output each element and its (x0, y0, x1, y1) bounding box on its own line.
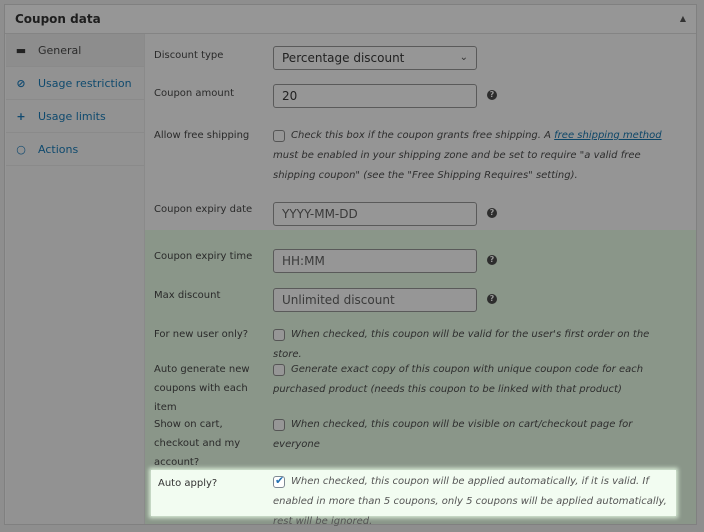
discount-type-select[interactable]: Percentage discount ⌄ (273, 46, 477, 70)
help-icon[interactable]: ? (487, 208, 497, 218)
show-on-cart-description: When checked, this coupon will be visibl… (273, 419, 633, 450)
max-discount-input[interactable]: Unlimited discount (273, 288, 477, 312)
tab-label: Usage limits (38, 109, 106, 123)
auto-apply-label: Auto apply? (158, 478, 218, 489)
show-on-cart-label: Show on cart, checkout and my account? (154, 419, 241, 468)
auto-apply-row: Auto apply? ✔ When checked, this coupon … (151, 470, 676, 527)
auto-apply-description: When checked, this coupon will be applie… (273, 476, 667, 527)
tab-usage-restriction[interactable]: ⊘ Usage restriction (6, 67, 144, 100)
panel-header[interactable]: Coupon data ▲ (5, 5, 696, 34)
tab-label: Usage restriction (38, 76, 132, 90)
discount-type-label: Discount type (154, 50, 224, 61)
new-user-label: For new user only? (154, 329, 249, 340)
help-icon[interactable]: ? (487, 255, 497, 265)
max-discount-label: Max discount (154, 290, 221, 301)
coupon-amount-label: Coupon amount (154, 88, 235, 99)
gear-icon: ○ (16, 142, 26, 156)
tab-label: General (38, 43, 82, 57)
coupon-amount-input[interactable]: 20 (273, 84, 477, 108)
free-shipping-label: Allow free shipping (154, 130, 250, 141)
help-icon[interactable]: ? (487, 294, 497, 304)
ticket-icon: ▬ (15, 43, 27, 57)
expiry-date-input[interactable]: YYYY-MM-DD (273, 202, 477, 226)
discount-type-value: Percentage discount (282, 51, 405, 65)
tab-general[interactable]: ▬ General (6, 34, 144, 67)
tab-label: Actions (38, 142, 79, 156)
chevron-down-icon: ⌄ (459, 52, 468, 63)
tab-actions[interactable]: ○ Actions (6, 133, 144, 166)
general-panel: Discount type Percentage discount ⌄ Coup… (145, 34, 696, 524)
free-shipping-description: Check this box if the coupon grants free… (273, 130, 662, 181)
help-icon[interactable]: ? (487, 90, 497, 100)
coupon-data-panel: Coupon data ▲ ▬ General ⊘ Usage restrict… (4, 4, 697, 527)
expiry-time-label: Coupon expiry time (154, 251, 253, 262)
auto-generate-description: Generate exact copy of this coupon with … (273, 364, 644, 395)
new-user-description: When checked, this coupon will be valid … (273, 329, 650, 360)
tab-usage-limits[interactable]: + Usage limits (6, 100, 144, 133)
ban-icon: ⊘ (16, 76, 26, 90)
limits-icon: + (16, 109, 26, 123)
free-shipping-method-link[interactable]: free shipping method (554, 130, 661, 141)
expiry-date-label: Coupon expiry date (154, 204, 253, 215)
triangle-up-icon[interactable]: ▲ (680, 14, 686, 23)
auto-generate-label: Auto generate new coupons with each item (154, 364, 250, 413)
panel-title: Coupon data (15, 12, 101, 26)
sidebar: ▬ General ⊘ Usage restriction + Usage li… (6, 34, 145, 524)
expiry-time-input[interactable]: HH:MM (273, 249, 477, 273)
